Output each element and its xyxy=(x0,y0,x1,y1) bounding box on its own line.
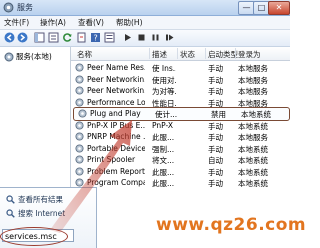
service-log-on-as: 本地服务 xyxy=(238,87,268,96)
service-startup-type: 手动 xyxy=(208,121,223,131)
restart-service-icon[interactable] xyxy=(164,32,175,43)
service-startup-type: 手动 xyxy=(208,133,223,142)
menu-bar: 文件(F) 操作(A) 查看(V) 帮助(H) xyxy=(0,16,290,30)
menu-help[interactable]: 帮助(H) xyxy=(116,17,143,28)
service-startup-type: 手动 xyxy=(208,167,223,177)
tree-item-services-local[interactable]: 服务(本地) xyxy=(4,51,52,62)
service-startup-type: 手动 xyxy=(208,144,223,154)
service-log-on-as: 本地系统 xyxy=(238,156,268,165)
annotation-arrow xyxy=(50,120,132,233)
search-icon xyxy=(6,209,15,218)
stop-service-icon[interactable] xyxy=(136,32,147,43)
close-button[interactable]: ✕ xyxy=(268,1,290,15)
column-header-name[interactable]: 名称 xyxy=(77,49,92,60)
service-row[interactable]: Peer Networkin... 使用对... 手动 本地服务 xyxy=(71,74,290,85)
service-startup-type: 手动 xyxy=(208,75,223,85)
service-log-on-as: 本地系统 xyxy=(238,144,268,154)
start-service-icon[interactable] xyxy=(122,32,133,43)
refresh-icon[interactable] xyxy=(62,32,73,43)
svg-text:?: ? xyxy=(94,34,98,43)
properties-icon[interactable] xyxy=(48,32,59,43)
service-row[interactable]: Peer Networkin... 为对等... 手动 本地服务 xyxy=(71,85,290,96)
window-title: 服务 xyxy=(17,3,33,12)
service-startup-type: 手动 xyxy=(208,64,223,73)
service-gear-icon xyxy=(75,74,84,84)
service-startup-type: 禁用 xyxy=(211,110,226,119)
column-header-startup-type[interactable]: 启动类型 xyxy=(208,49,238,60)
console-tree-icon[interactable] xyxy=(34,32,45,43)
service-startup-type: 自动 xyxy=(208,156,223,165)
forward-arrow-icon[interactable] xyxy=(17,32,28,43)
menu-file[interactable]: 文件(F) xyxy=(4,17,29,28)
services-window: 服务 — □ ✕ 文件(F) 操作(A) 查看(V) 帮助(H) ? 服务(本地… xyxy=(0,0,306,248)
service-startup-type: 手动 xyxy=(208,179,223,188)
service-name: Peer Networkin... xyxy=(87,74,145,84)
help-icon[interactable]: ? xyxy=(90,32,101,43)
service-log-on-as: 本地系统 xyxy=(238,179,268,188)
service-description: 使 Ins... xyxy=(152,64,176,73)
service-log-on-as: 本地服务 xyxy=(238,75,268,85)
export-list-icon[interactable] xyxy=(76,32,87,43)
service-name: Peer Networkin... xyxy=(87,86,145,95)
service-log-on-as: 本地服务 xyxy=(238,64,268,73)
service-startup-type: 手动 xyxy=(208,87,223,96)
service-log-on-as: 本地系统 xyxy=(238,121,268,131)
search-icon xyxy=(6,195,15,204)
menu-view[interactable]: 查看(V) xyxy=(78,17,104,28)
back-arrow-icon[interactable] xyxy=(4,32,15,43)
column-header-status[interactable]: 状态 xyxy=(180,49,195,60)
watermark-text: www.qz26.com xyxy=(156,215,307,235)
service-gear-icon xyxy=(75,63,84,72)
tree-item-label: 服务(本地) xyxy=(16,52,52,61)
service-name: Peer Name Res... xyxy=(87,63,145,72)
service-log-on-as: 本地系统 xyxy=(241,110,271,119)
service-log-on-as: 本地系统 xyxy=(238,167,268,177)
service-description: 为对等... xyxy=(152,87,176,96)
column-header-row: 名称 描述 状态 启动类型 登录为 xyxy=(71,47,290,61)
details-view-icon[interactable] xyxy=(104,32,115,43)
column-header-description[interactable]: 描述 xyxy=(152,49,167,60)
pause-service-icon[interactable] xyxy=(150,32,161,43)
title-bar[interactable]: 服务 — □ ✕ xyxy=(0,0,290,16)
service-log-on-as: 本地服务 xyxy=(238,133,268,142)
service-row[interactable]: Peer Name Res... 使 Ins... 手动 本地服务 xyxy=(71,62,290,73)
services-gear-icon xyxy=(3,2,14,13)
service-description: 使用对... xyxy=(152,75,176,85)
menu-action[interactable]: 操作(A) xyxy=(40,17,66,28)
column-header-log-on-as[interactable]: 登录为 xyxy=(238,49,261,60)
toolbar: ? xyxy=(0,30,290,47)
services-gear-icon xyxy=(4,52,14,61)
service-gear-icon xyxy=(75,86,84,95)
